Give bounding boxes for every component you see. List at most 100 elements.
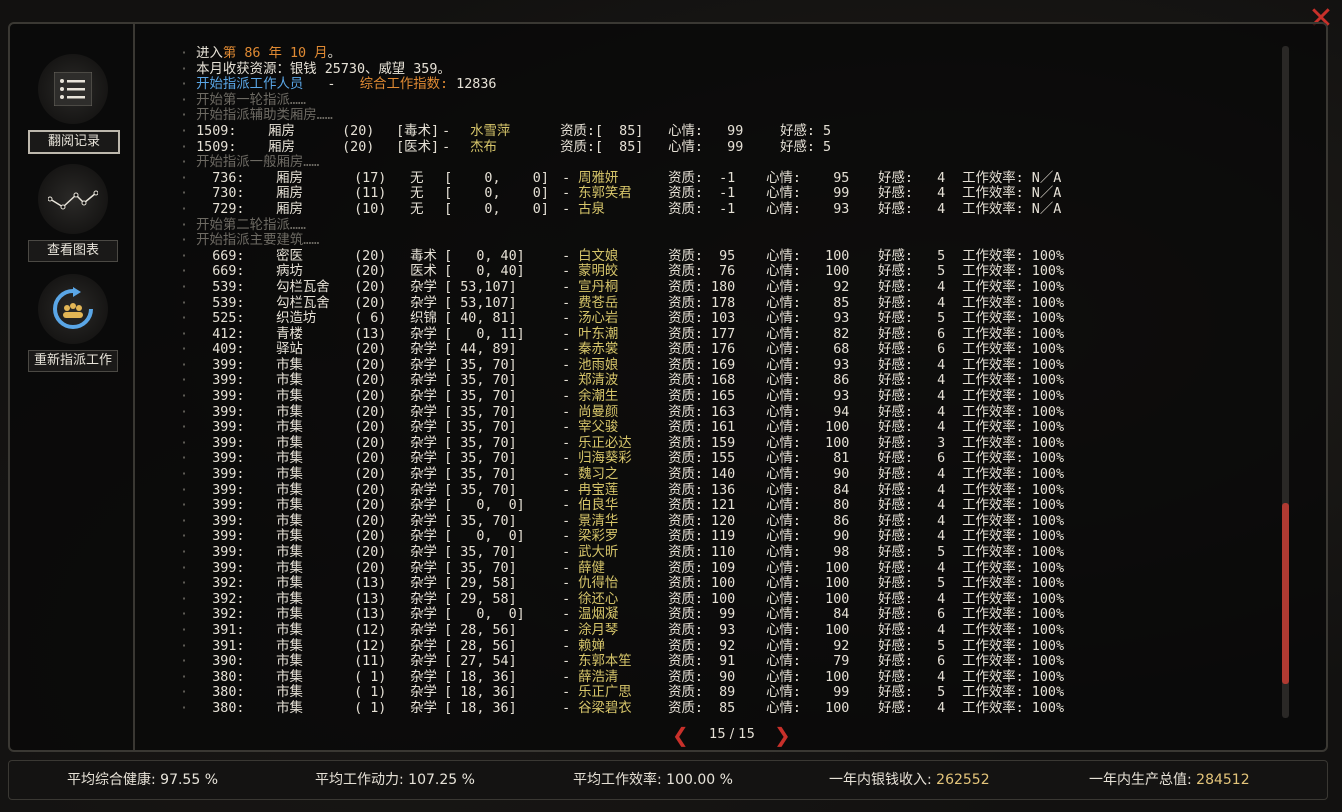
range: [ 0, 0] [444, 186, 549, 202]
range: [ 35, 70] [444, 389, 517, 405]
log-text: 12836 [456, 77, 497, 93]
quality: 资质: 140 [668, 467, 736, 483]
main-row: · 380: 市集 ( 1) 杂学 [ 18, 36] - 谷梁碧衣 资质: 85 心情: 10… [180, 701, 1270, 717]
mood: 心情: 93 [766, 311, 850, 327]
bullet: · [180, 61, 197, 77]
quality: 资质: 103 [668, 311, 736, 327]
bullet: · [180, 326, 197, 342]
range: [ 0, 11] [444, 326, 525, 342]
chevron-left-icon[interactable]: ❮ [672, 724, 689, 746]
favor: 好感: 4 [878, 170, 946, 186]
favor: 好感: 4 [878, 201, 946, 217]
worker-name: 薛健 [578, 560, 605, 576]
building-code: 392: [196, 591, 245, 607]
building-name: 市集 [276, 513, 303, 529]
work-efficiency: 工作效率: 100% [962, 451, 1065, 467]
range: [ 0, 0] [444, 170, 549, 186]
building-code: 730: [196, 186, 245, 202]
main-row: · 539: 勾栏瓦舍 (20) 杂学 [ 53,107] - 费苍岳 资质: 178 心情: … [180, 296, 1270, 312]
quality: 资质: 159 [668, 435, 736, 451]
dash: - [562, 576, 571, 592]
building-name: 市集 [276, 576, 303, 592]
records-button[interactable]: 翻阅记录 [28, 54, 120, 154]
building-name: 厢房 [276, 170, 303, 186]
building-name: 市集 [276, 389, 303, 405]
bullet: · [180, 545, 197, 560]
building-name: 厢房 [268, 139, 295, 155]
bullet: · [180, 685, 197, 701]
building-level: (13) [354, 591, 387, 607]
dash: - [562, 389, 571, 405]
scrollbar-thumb[interactable] [1282, 503, 1289, 684]
worker-name: 白文娘 [578, 248, 619, 264]
bullet: · [180, 576, 197, 592]
quality: 资质: 109 [668, 560, 736, 576]
building-level: (20) [354, 264, 387, 280]
building-level: (20) [354, 498, 387, 514]
bullet: · [180, 92, 197, 108]
log-line: · 开始指派工作人员 - 综合工作指数: 12836 [180, 77, 1270, 93]
favor: 好感: 4 [878, 467, 946, 483]
skill: 杂学 [410, 513, 437, 529]
chevron-right-icon[interactable]: ❯ [774, 724, 791, 746]
dash: - [562, 311, 571, 327]
main-row: · 399: 市集 (20) 杂学 [ 0, 0] - 梁彩罗 资质: 119 心情: 90 好感… [180, 529, 1270, 545]
mood: 心情: 90 [766, 529, 850, 545]
skill: [毒术] [396, 123, 440, 139]
skill: 杂学 [410, 545, 437, 560]
aux-row: · 1509: 厢房 (20) [毒术] - 水雪萍 资质:[ 85] 心情: 99 好感: 5 [180, 124, 1270, 140]
chart-button[interactable]: 查看图表 [28, 164, 118, 262]
stat-production: 一年内生产总值: 284512 [1089, 772, 1250, 788]
building-level: (20) [354, 545, 387, 560]
building-name: 市集 [276, 357, 303, 373]
building-level: (20) [354, 467, 387, 483]
bullet: · [180, 435, 197, 451]
quality: 资质: 155 [668, 451, 736, 467]
main-row: · 399: 市集 (20) 杂学 [ 35, 70] - 冉宝莲 资质: 136 心情: 84… [180, 483, 1270, 499]
range: [ 0, 40] [444, 248, 525, 264]
work-efficiency: 工作效率: 100% [962, 357, 1065, 373]
building-level: (17) [354, 170, 387, 186]
log-text: 开始指派主要建筑…… [196, 233, 320, 249]
skill: 杂学 [410, 420, 437, 436]
page-indicator: 15 / 15 [709, 727, 755, 742]
aux-row: · 1509: 厢房 (20) [医术] - 杰布 资质:[ 85] 心情: 99 好感: 5 [180, 140, 1270, 156]
log-text: - [303, 77, 360, 93]
favor: 好感: 4 [878, 700, 946, 716]
bullet: · [180, 279, 197, 295]
building-name: 市集 [276, 669, 303, 685]
building-level: ( 1) [354, 685, 387, 701]
range: [ 35, 70] [444, 373, 517, 389]
main-row: · 399: 市集 (20) 杂学 [ 35, 70] - 薛健 资质: 109 心情: 100… [180, 561, 1270, 577]
dash: - [562, 248, 571, 264]
work-efficiency: 工作效率: 100% [962, 654, 1065, 670]
worker-name: 武大昕 [578, 545, 619, 560]
building-code: 399: [196, 389, 245, 405]
quality: 资质: 100 [668, 591, 736, 607]
range: [ 44, 89] [444, 342, 517, 358]
stat-motivation: 平均工作动力: 107.25 % [315, 772, 475, 788]
reassign-button[interactable]: 重新指派工作 [28, 274, 118, 372]
building-code: 399: [196, 529, 245, 545]
worker-name: 乐正广思 [578, 685, 632, 701]
building-name: 市集 [276, 622, 303, 638]
dash: - [562, 685, 571, 701]
building-code: 391: [196, 622, 245, 638]
dash: - [562, 201, 571, 217]
dash: - [562, 482, 571, 498]
quality: 资质: 176 [668, 342, 736, 358]
log-scrollbar[interactable] [1282, 46, 1289, 718]
building-level: ( 6) [354, 311, 387, 327]
building-level: (13) [354, 576, 387, 592]
building-name: 市集 [276, 373, 303, 389]
building-level: (20) [354, 404, 387, 420]
log-text: 第 86 年 10 月 [222, 46, 328, 61]
worker-name: 东郭本笙 [578, 654, 632, 670]
worker-name: 杰布 [470, 139, 497, 155]
work-efficiency: 工作效率: 100% [962, 591, 1065, 607]
quality: 资质: 180 [668, 279, 736, 295]
work-efficiency: 工作效率: 100% [962, 404, 1065, 420]
main-row: · 669: 病坊 (20) 医术 [ 0, 40] - 蒙明皎 资质: 76 心情: 100 好… [180, 264, 1270, 280]
bullet: · [180, 373, 197, 389]
worker-name: 涂月琴 [578, 622, 619, 638]
